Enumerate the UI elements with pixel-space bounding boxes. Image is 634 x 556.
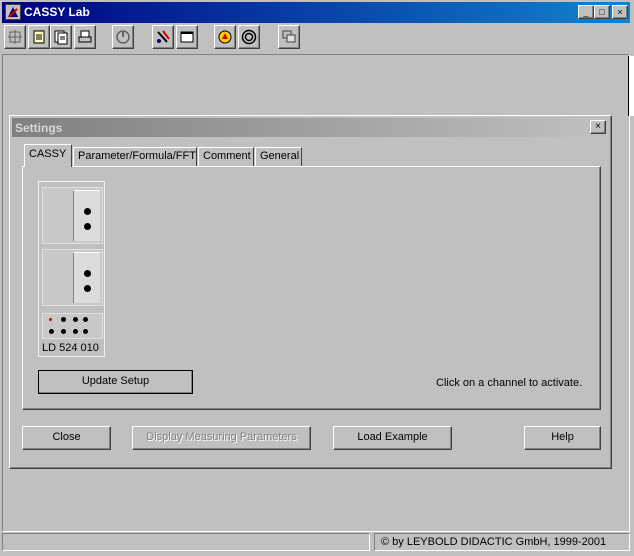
start-icon[interactable] — [4, 25, 26, 49]
cassy-module: LD 524 010 — [38, 181, 105, 357]
save-icon[interactable] — [50, 25, 72, 49]
relay-slot[interactable] — [42, 313, 103, 339]
tab-general[interactable]: General — [255, 147, 302, 167]
slot-plate — [73, 190, 100, 241]
print-icon[interactable] — [74, 25, 96, 49]
help-button[interactable]: Help — [524, 426, 601, 450]
socket — [83, 317, 88, 322]
close-label: Close — [52, 431, 81, 443]
window-title: CASSY Lab — [24, 5, 90, 19]
cassy-app-icon[interactable] — [5, 4, 21, 20]
socket — [84, 223, 91, 230]
display-measuring-parameters-button[interactable]: Display Measuring Parameters — [132, 426, 311, 450]
tab-cassy[interactable]: CASSY — [24, 144, 72, 167]
tile-icon[interactable] — [278, 25, 300, 49]
minimize-button[interactable]: _ — [578, 5, 594, 19]
help-label: Help — [551, 431, 574, 443]
dialog-title-bar[interactable]: Settings × — [12, 118, 609, 137]
status-bar: © by LEYBOLD DIDACTIC GmbH, 1999-2001 — [2, 533, 630, 551]
socket — [83, 329, 88, 334]
tab-comment[interactable]: Comment — [198, 147, 254, 167]
dialog-close-button[interactable]: × — [590, 120, 606, 134]
help-icon[interactable] — [214, 25, 236, 49]
slot-plate — [73, 252, 100, 303]
input-slot-a[interactable] — [42, 187, 103, 244]
channel-hint: Click on a channel to activate. — [436, 377, 583, 389]
led-indicator — [49, 318, 52, 321]
display-measuring-parameters-label: Display Measuring Parameters — [146, 431, 297, 443]
tab-parameter-formula-fft[interactable]: Parameter/Formula/FFT — [73, 147, 197, 167]
status-copyright: © by LEYBOLD DIDACTIC GmbH, 1999-2001 — [374, 533, 630, 551]
load-example-label: Load Example — [357, 431, 428, 443]
title-bar[interactable]: CASSY Lab _ □ × — [2, 2, 630, 23]
close-button[interactable]: Close — [22, 426, 111, 450]
update-setup-label: Update Setup — [81, 375, 150, 387]
socket — [61, 329, 66, 334]
dialog-title: Settings — [15, 121, 63, 135]
window-icon[interactable] — [176, 25, 198, 49]
open-icon[interactable] — [28, 25, 50, 49]
input-slot-b[interactable] — [42, 249, 103, 306]
module-label: LD 524 010 — [42, 342, 99, 354]
socket — [61, 317, 66, 322]
toolbar — [2, 24, 630, 52]
socket — [84, 285, 91, 292]
close-window-button[interactable]: × — [612, 5, 628, 19]
scrollbar[interactable] — [628, 56, 634, 116]
update-setup-button[interactable]: Update Setup — [38, 370, 193, 394]
socket — [49, 329, 54, 334]
socket — [84, 208, 91, 215]
status-panel — [2, 533, 370, 551]
socket — [84, 270, 91, 277]
load-example-button[interactable]: Load Example — [333, 426, 452, 450]
ld-icon[interactable] — [238, 25, 260, 49]
socket — [73, 317, 78, 322]
maximize-button[interactable]: □ — [594, 5, 610, 19]
socket — [73, 329, 78, 334]
measure-icon[interactable] — [112, 25, 134, 49]
settings-icon[interactable] — [152, 25, 174, 49]
